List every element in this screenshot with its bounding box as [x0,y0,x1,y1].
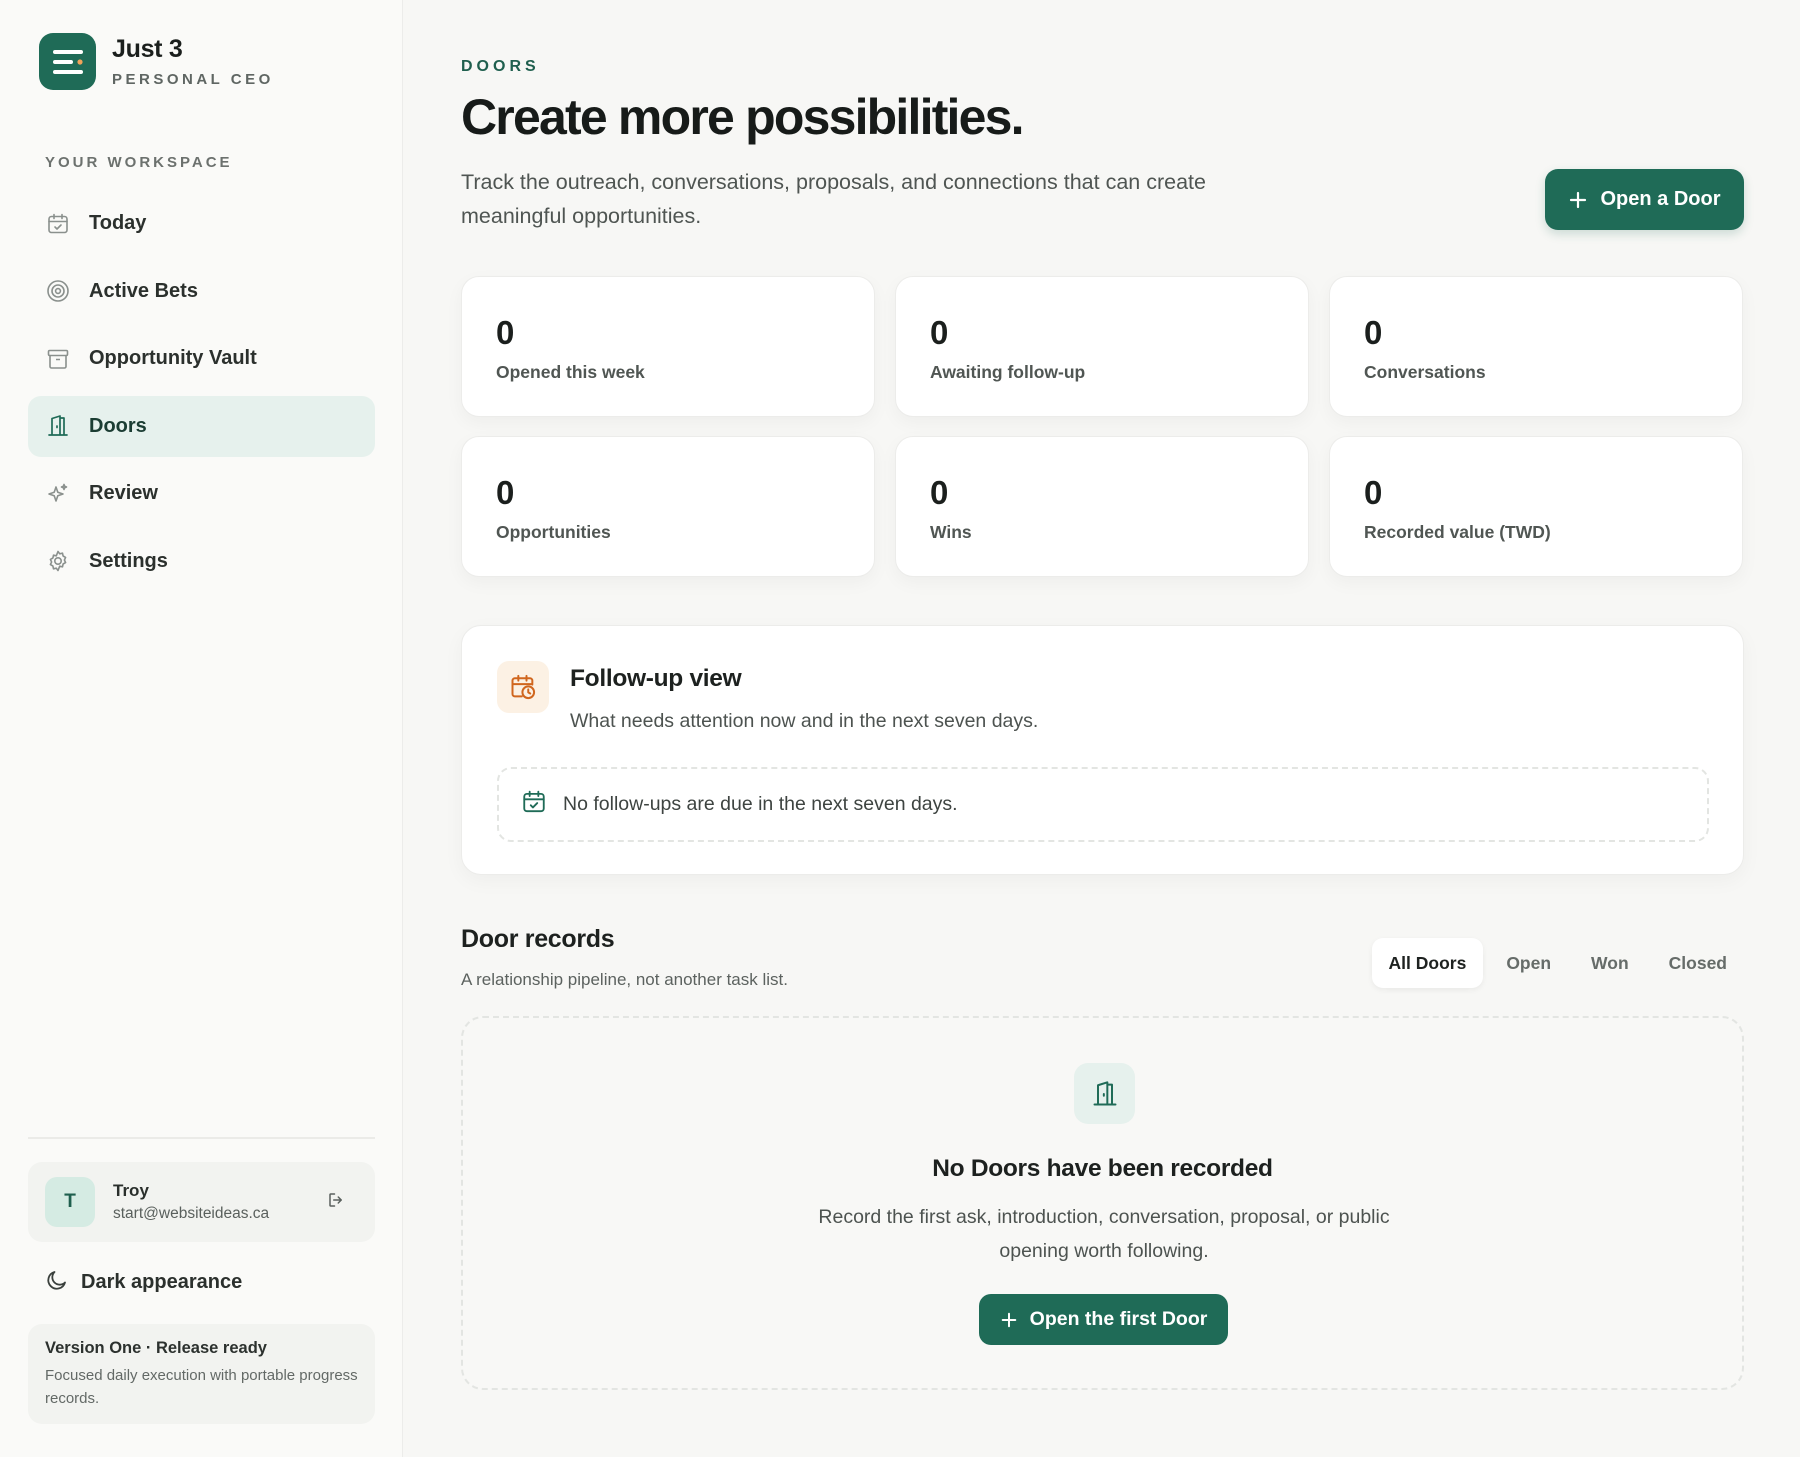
brand[interactable]: Just 3 PERSONAL CEO [39,33,274,90]
tab-closed[interactable]: Closed [1652,938,1744,988]
dark-appearance-toggle[interactable]: Dark appearance [45,1268,242,1297]
stat-value: 0 [1364,474,1383,511]
stat-label: Recorded value (TWD) [1364,522,1551,542]
stat-card-awaiting-follow-up: 0 Awaiting follow-up [895,276,1309,417]
stat-label: Wins [930,522,972,542]
stat-label: Awaiting follow-up [930,362,1086,382]
calendar-check-icon [45,211,71,237]
sidebar-item-active-bets[interactable]: Active Bets [28,261,375,322]
brand-name: Just 3 [112,35,183,63]
stat-card-recorded-value: 0 Recorded value (TWD) [1329,436,1743,577]
stat-value: 0 [930,314,949,351]
stat-value: 0 [1364,314,1383,351]
sidebar-divider [28,1137,375,1139]
sidebar-item-label: Opportunity Vault [89,347,257,369]
open-first-door-label: Open the first Door [1029,1308,1208,1330]
sidebar: Just 3 PERSONAL CEO YOUR WORKSPACE Today… [0,0,403,1457]
follow-up-title: Follow-up view [570,665,742,692]
calendar-check-icon [521,789,547,820]
sidebar-item-doors[interactable]: Doors [28,395,375,457]
sidebar-item-label: Review [89,482,158,504]
plus-icon [1000,1311,1018,1329]
sidebar-nav: Today Active Bets Opportunity Vault Door… [28,193,375,598]
page-eyebrow: DOORS [461,58,540,75]
stat-label: Opportunities [496,522,611,542]
sidebar-item-today[interactable]: Today [28,193,375,254]
tab-won[interactable]: Won [1574,938,1646,988]
door-icon [1074,1063,1135,1124]
user-card: T Troy start@websiteideas.ca [28,1162,375,1242]
stat-label: Opened this week [496,362,645,382]
record-filter-tabs: All Doors Open Won Closed [1366,938,1744,988]
empty-state-title: No Doors have been recorded [932,1155,1273,1182]
sidebar-item-opportunity-vault[interactable]: Opportunity Vault [28,328,375,389]
open-a-door-button[interactable]: Open a Door [1545,169,1744,230]
version-card: Version One · Release ready Focused dail… [28,1324,375,1424]
stat-value: 0 [496,314,515,351]
sidebar-item-review[interactable]: Review [28,463,375,524]
workspace-section-label: YOUR WORKSPACE [45,154,233,171]
avatar: T [45,1177,95,1227]
sidebar-item-label: Settings [89,549,168,572]
sparkle-icon [45,481,71,507]
archive-icon [45,346,71,372]
stat-card-opened-this-week: 0 Opened this week [461,276,875,417]
menu-logo-icon [39,33,96,90]
door-icon [45,413,71,439]
sidebar-item-label: Active Bets [89,279,198,302]
version-title: Version One · Release ready [45,1339,267,1357]
brand-subtitle: PERSONAL CEO [112,71,274,88]
dark-appearance-label: Dark appearance [81,1271,243,1293]
stat-card-conversations: 0 Conversations [1329,276,1743,417]
user-name: Troy [113,1181,149,1200]
page-title: Create more possibilities. [461,89,1025,145]
sidebar-item-label: Doors [89,414,147,437]
version-description: Focused daily execution with portable pr… [45,1367,358,1407]
open-a-door-label: Open a Door [1600,188,1721,210]
plus-icon [1568,190,1588,210]
follow-up-description: What needs attention now and in the next… [570,710,1039,732]
sidebar-item-settings[interactable]: Settings [28,531,375,592]
door-records-subtitle: A relationship pipeline, not another tas… [461,970,788,989]
logout-icon[interactable] [327,1191,345,1214]
stat-value: 0 [930,474,949,511]
open-first-door-button[interactable]: Open the first Door [979,1294,1228,1345]
door-records-empty-state: No Doors have been recorded Record the f… [461,1016,1744,1390]
gear-icon [45,548,71,574]
stat-label: Conversations [1364,362,1486,382]
stat-value: 0 [496,474,515,511]
tab-open[interactable]: Open [1489,938,1568,988]
stat-card-opportunities: 0 Opportunities [461,436,875,577]
stat-card-wins: 0 Wins [895,436,1309,577]
page-description: Track the outreach, conversations, propo… [461,170,1206,228]
main-content: DOORS Create more possibilities. Track t… [461,0,1744,1457]
tab-all-doors[interactable]: All Doors [1371,938,1484,988]
follow-up-panel: Follow-up view What needs attention now … [461,625,1744,875]
calendar-clock-icon [497,661,549,713]
door-records-title: Door records [461,925,615,953]
target-icon [45,278,71,304]
follow-up-empty-text: No follow-ups are due in the next seven … [563,793,958,815]
moon-icon [45,1268,69,1297]
sidebar-item-label: Today [89,212,147,234]
user-email: start@websiteideas.ca [113,1205,270,1222]
follow-up-empty-state: No follow-ups are due in the next seven … [497,767,1709,842]
empty-state-description: Record the first ask, introduction, conv… [818,1206,1390,1262]
